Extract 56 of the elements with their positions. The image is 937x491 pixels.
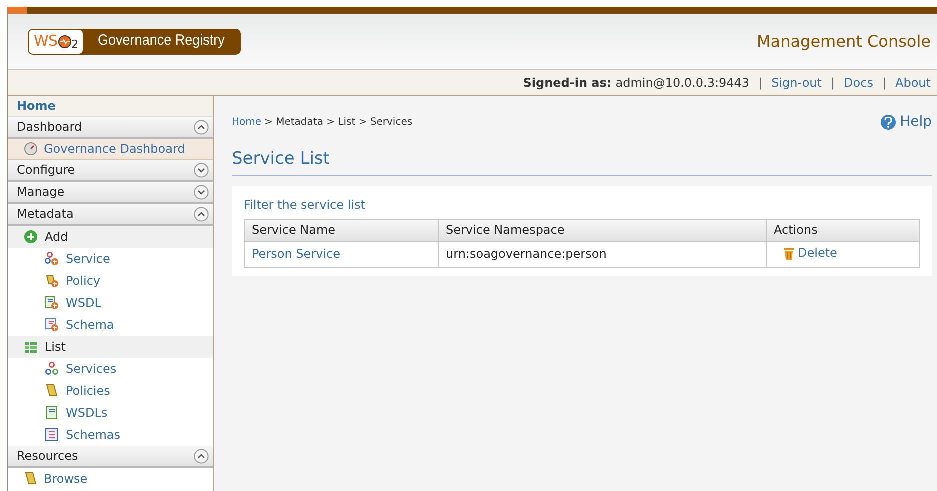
breadcrumb-link[interactable]: Home <box>232 115 262 130</box>
document-add-icon <box>45 296 59 310</box>
sidebar-link[interactable]: Governance Dashboard <box>8 139 213 160</box>
breadcrumb-path: > Metadata > List > Services <box>264 116 413 130</box>
filter-link[interactable]: Filter the service list <box>244 196 920 214</box>
logo-subscript: 2 <box>72 37 78 53</box>
logo-circle-icon <box>58 34 72 48</box>
sidebar-link[interactable]: Service <box>8 248 213 270</box>
sidebar-section[interactable]: Dashboard <box>8 117 213 139</box>
scroll-icon <box>45 384 59 398</box>
document-icon <box>45 406 59 420</box>
page-title: Service List <box>232 147 932 176</box>
column-header: Service Namespace <box>438 219 766 241</box>
product-name: Governance Registry <box>98 31 226 52</box>
separator: | <box>758 74 763 92</box>
trash-icon <box>783 246 795 260</box>
scroll-add-icon <box>45 274 59 288</box>
scroll-icon <box>24 472 38 486</box>
table-cell: urn:soagovernance:person <box>438 241 766 267</box>
help-link[interactable]: Help <box>881 112 932 133</box>
header-link[interactable]: About <box>896 74 931 92</box>
sidebar-group[interactable]: Add <box>8 226 213 248</box>
accent-block <box>8 7 27 14</box>
nodes-icon <box>45 362 59 376</box>
sidebar-section[interactable]: Resources <box>8 446 213 468</box>
gauge-icon <box>24 142 38 156</box>
console-title: Management Console <box>757 30 931 52</box>
plus-icon <box>24 230 38 244</box>
sidebar-link[interactable]: Browse <box>8 468 213 489</box>
list-icon <box>24 340 38 354</box>
sidebar-section[interactable]: Metadata <box>8 204 213 226</box>
sidebar-link[interactable]: Schema <box>8 314 213 336</box>
sidebar-section[interactable]: Configure <box>8 160 213 182</box>
sidebar-section[interactable]: Manage <box>8 182 213 204</box>
home-link[interactable]: Home <box>17 97 56 115</box>
logo-text: WS <box>34 31 58 52</box>
sidebar-link[interactable]: WSDL <box>8 292 213 314</box>
signed-in-user: admin@10.0.0.3:9443 <box>616 74 750 92</box>
sidebar-link[interactable]: Policies <box>8 380 213 402</box>
separator: | <box>830 74 836 92</box>
service-link[interactable]: Person Service <box>252 247 340 261</box>
sidebar-link[interactable]: WSDLs <box>8 402 213 424</box>
help-icon <box>881 115 896 130</box>
column-header: Actions <box>766 219 920 241</box>
sidebar-group[interactable]: List <box>8 336 213 358</box>
separator: | <box>882 74 887 92</box>
nodes-add-icon <box>45 252 59 266</box>
schema-add-icon <box>45 318 59 332</box>
header-link[interactable]: Sign-out <box>772 74 822 92</box>
sidebar-link[interactable]: Schemas <box>8 424 213 446</box>
sidebar-link[interactable]: Services <box>8 358 213 380</box>
sidebar-link[interactable]: Policy <box>8 270 213 292</box>
header-link[interactable]: Docs <box>844 74 874 92</box>
schema-icon <box>45 428 59 442</box>
signed-in-label: Signed-in as: <box>523 74 612 92</box>
column-header: Service Name <box>244 219 438 241</box>
